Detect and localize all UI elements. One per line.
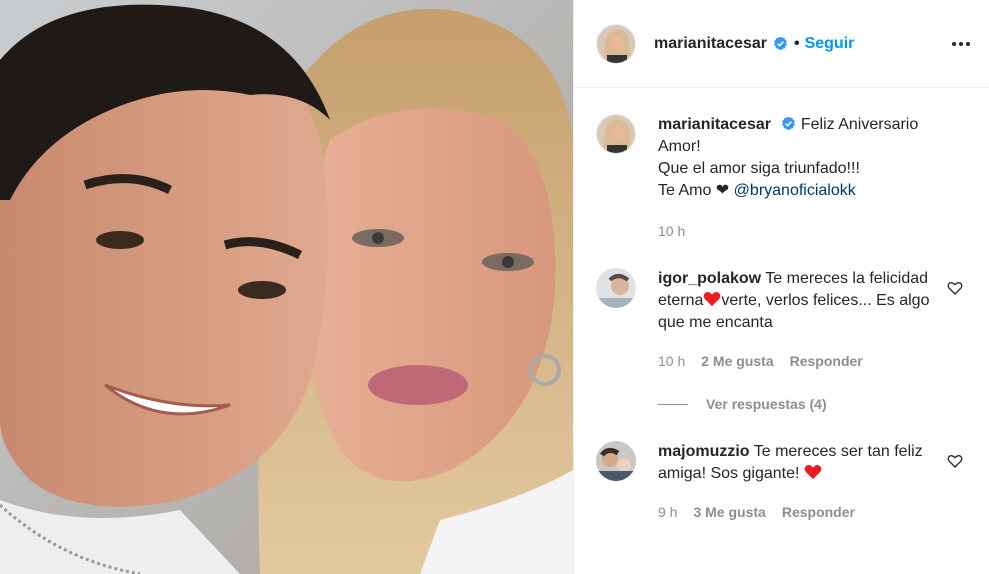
caption: marianitacesar Feliz Aniversario Amor! Q…: [596, 114, 973, 202]
caption-time[interactable]: 10 h: [658, 223, 685, 239]
caption-line-2: Amor!: [658, 138, 701, 155]
heart-outline-icon[interactable]: [947, 280, 963, 296]
comment-time[interactable]: 10 h: [658, 353, 685, 369]
comment-time[interactable]: 9 h: [658, 504, 677, 520]
heart-outline-icon[interactable]: [947, 453, 963, 469]
post-header: marianitacesar • Seguir: [574, 0, 989, 88]
replies-divider: [658, 403, 688, 405]
more-options-icon[interactable]: [949, 32, 973, 56]
caption-line-1: Feliz Aniversario: [800, 116, 919, 133]
couple-selfie-image: [0, 0, 573, 574]
commenter-avatar[interactable]: [596, 441, 636, 481]
comment-username[interactable]: majomuzzio: [658, 443, 750, 460]
caption-meta: 10 h: [658, 223, 685, 239]
comment-username[interactable]: igor_polakow: [658, 270, 761, 287]
author-avatar[interactable]: [596, 23, 636, 64]
post-side-panel: marianitacesar • Seguir marianitacesar F…: [573, 0, 989, 574]
caption-line-4: Te Amo ❤: [658, 182, 730, 199]
mention-link[interactable]: @bryanoficialokk: [734, 182, 856, 199]
likes-count[interactable]: 3 Me gusta: [693, 504, 765, 520]
caption-username[interactable]: marianitacesar: [658, 116, 771, 133]
red-heart-emoji: [704, 291, 721, 307]
post-photo[interactable]: [0, 0, 573, 574]
comment-meta: 10 h 2 Me gusta Responder: [658, 353, 863, 369]
reply-button[interactable]: Responder: [782, 504, 855, 520]
comment-item: majomuzzio Te mereces ser tan feliz amig…: [596, 441, 973, 485]
separator-dot: •: [793, 34, 800, 52]
reply-button[interactable]: Responder: [790, 353, 863, 369]
caption-text: marianitacesar Feliz Aniversario Amor! Q…: [658, 114, 930, 202]
red-heart-emoji: [804, 464, 822, 480]
author-username[interactable]: marianitacesar: [654, 35, 767, 53]
verified-badge-icon: [773, 36, 788, 51]
view-replies-label: Ver respuestas (4): [706, 396, 827, 412]
view-replies-button[interactable]: Ver respuestas (4): [658, 396, 827, 412]
comment-text: majomuzzio Te mereces ser tan feliz amig…: [658, 441, 930, 485]
caption-line-3: Que el amor siga triunfado!!!: [658, 160, 860, 177]
verified-badge-icon: [782, 116, 796, 131]
commenter-avatar[interactable]: [596, 268, 636, 308]
follow-button[interactable]: Seguir: [805, 35, 855, 53]
comment-item: igor_polakow Te mereces la felicidad ete…: [596, 268, 973, 334]
comment-meta: 9 h 3 Me gusta Responder: [658, 504, 855, 520]
likes-count[interactable]: 2 Me gusta: [701, 353, 773, 369]
caption-avatar[interactable]: [596, 114, 636, 154]
comment-text: igor_polakow Te mereces la felicidad ete…: [658, 268, 930, 334]
